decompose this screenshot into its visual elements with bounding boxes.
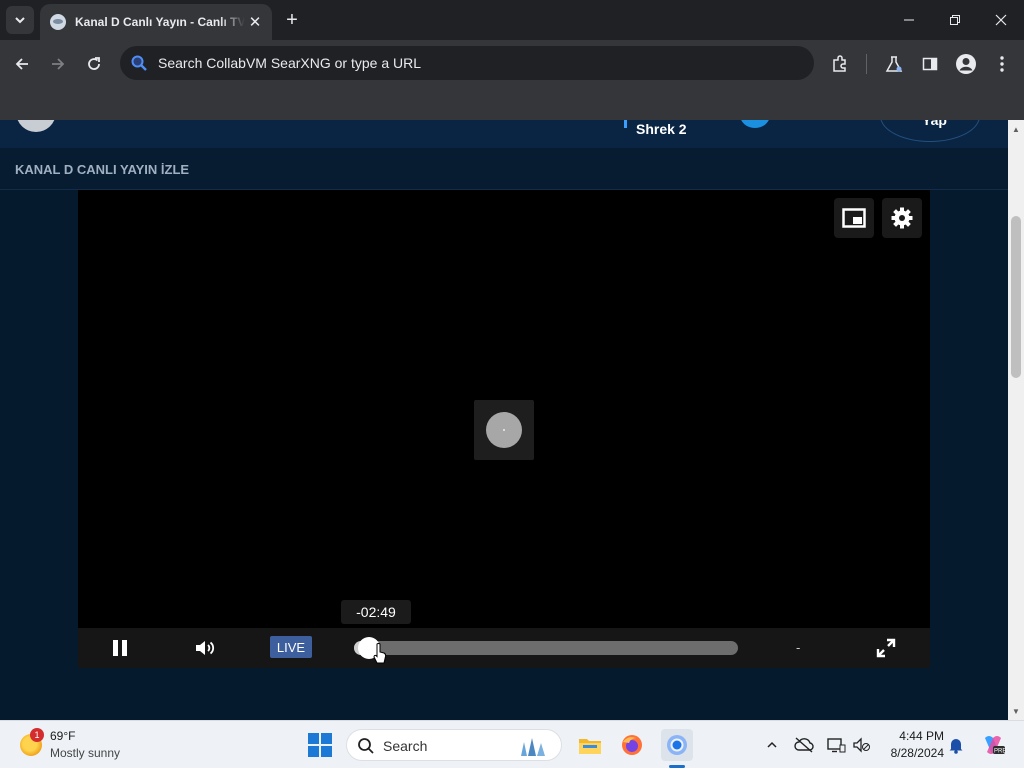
weather-description[interactable]: Mostly sunny [50,746,120,760]
site-header: Shrek 2 Yap [0,120,1008,148]
close-icon[interactable]: ✕ [246,13,264,31]
fullscreen-icon[interactable] [874,636,898,660]
header-menu-link[interactable]: Yap [922,120,947,128]
close-icon[interactable] [978,0,1024,40]
taskbar-search-label: Search [383,738,428,754]
notification-bell-icon[interactable] [946,735,966,755]
now-showing-title[interactable]: Shrek 2 [636,121,687,137]
scrollbar-thumb[interactable] [1011,216,1021,378]
back-arrow-icon[interactable] [8,50,36,78]
copilot-icon[interactable]: PRE [980,735,1006,755]
show-accent-bar [624,120,627,128]
kebab-menu-icon[interactable] [988,50,1016,78]
spinner-circle-icon [486,412,522,448]
volume-icon[interactable] [192,636,218,660]
toolbar-divider [866,54,867,74]
tab-title: Kanal D Canlı Yayın - Canlı TV İzle [75,15,245,29]
chevron-down-icon[interactable] [6,6,34,34]
section-bar: KANAL D CANLI YAYIN İZLE [0,148,1008,190]
seek-time-tooltip: -02:49 [341,600,411,624]
duration-label: - [796,640,801,655]
pause-icon[interactable] [108,636,132,660]
page-title: KANAL D CANLI YAYIN İZLE [15,162,190,177]
loading-spinner [474,400,534,460]
firefox-icon[interactable] [616,729,648,761]
weather-temperature[interactable]: 69°F [50,729,75,743]
gear-icon[interactable] [882,198,922,238]
side-panel-icon[interactable] [916,50,944,78]
scroll-down-arrow-icon[interactable]: ▼ [1008,704,1024,718]
profile-icon[interactable] [952,50,980,78]
seek-bar[interactable] [354,637,738,659]
video-player[interactable]: -02:49 LIVE - [78,190,930,668]
svg-text:PRE: PRE [994,749,1005,755]
search-highlight-icon [521,738,545,756]
restore-icon[interactable] [932,0,978,40]
web-page: Shrek 2 Yap KANAL D CANLI YAYIN İZLE -02… [0,120,1008,720]
flask-icon[interactable] [880,50,908,78]
chevron-up-icon[interactable] [762,735,782,755]
reload-icon[interactable] [80,50,108,78]
browser-tab[interactable]: Kanal D Canlı Yayın - Canlı TV İzle ✕ [40,4,272,40]
clock-date[interactable]: 8/28/2024 [880,746,944,760]
address-bar[interactable]: Search CollabVM SearXNG or type a URL [120,46,814,80]
page-scrollbar[interactable]: ▲ ▼ [1008,120,1024,720]
notification-badge: 1 [30,728,44,742]
player-control-bar: LIVE - [78,628,930,668]
browser-tab-bar: Kanal D Canlı Yayın - Canlı TV İzle ✕ + [0,0,1024,40]
chrome-icon[interactable] [661,729,693,761]
forward-arrow-icon[interactable] [44,50,72,78]
search-icon [357,737,375,760]
clock-time[interactable]: 4:44 PM [884,729,944,743]
address-placeholder: Search CollabVM SearXNG or type a URL [158,55,421,71]
browser-toolbar: Search CollabVM SearXNG or type a URL [0,40,1024,120]
windows-taskbar: 1 69°F Mostly sunny Search 4:44 PM 8/28/… [0,720,1024,768]
minimize-icon[interactable] [886,0,932,40]
play-circle-icon[interactable] [740,120,770,128]
cloud-offline-icon[interactable] [794,735,814,755]
search-icon [130,54,148,72]
plus-icon[interactable]: + [280,8,304,32]
taskbar-search-box[interactable]: Search [346,729,562,761]
speaker-muted-icon[interactable] [852,735,872,755]
hand-cursor-icon [373,643,387,664]
live-badge[interactable]: LIVE [270,636,312,658]
file-explorer-icon[interactable] [574,729,606,761]
site-logo[interactable] [16,120,56,132]
puzzle-icon[interactable] [826,50,854,78]
network-icon[interactable] [826,735,846,755]
picture-in-picture-icon[interactable] [834,198,874,238]
scroll-up-arrow-icon[interactable]: ▲ [1008,122,1024,136]
kanal-d-favicon [50,14,66,30]
windows-start-icon[interactable] [308,733,332,757]
